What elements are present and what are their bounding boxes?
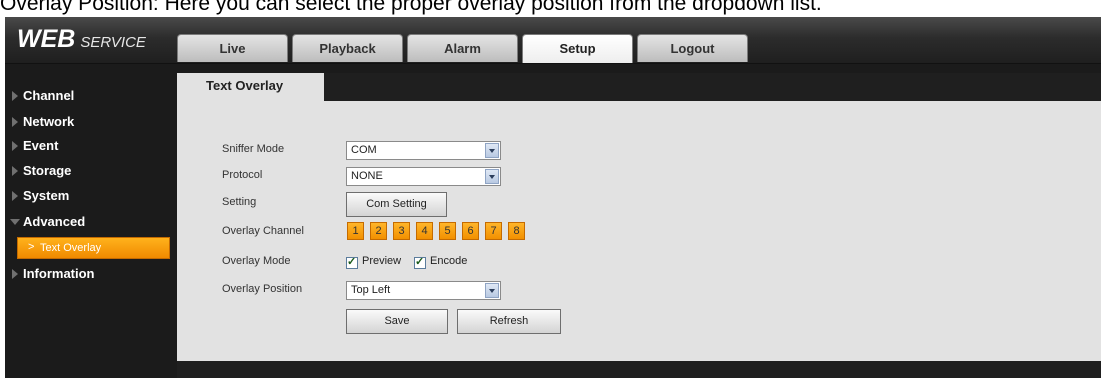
sidebar-subitem-label: Text Overlay (40, 242, 102, 254)
logo-main: WEB (17, 25, 76, 53)
preview-label: Preview (362, 255, 402, 267)
sidebar-subitem-text-overlay[interactable]: > Text Overlay (17, 237, 170, 259)
sniffer-mode-label: Sniffer Mode (222, 143, 285, 155)
caption-text: Overlay Position: Here you can select th… (0, 0, 822, 15)
sidebar-item-label: Advanced (23, 214, 86, 229)
channel-5-button[interactable]: 5 (439, 222, 456, 240)
tab-playback[interactable]: Playback (292, 34, 403, 62)
sidebar: Channel Network Event Storage System Adv… (5, 64, 175, 378)
protocol-value: NONE (351, 170, 383, 182)
expand-arrow-icon (12, 91, 18, 101)
expand-arrow-icon (12, 117, 18, 127)
dropdown-arrow-icon[interactable] (485, 283, 499, 298)
collapse-arrow-icon (10, 219, 20, 225)
sidebar-item-label: Storage (23, 163, 72, 178)
channel-4-button[interactable]: 4 (416, 222, 433, 240)
sidebar-item-advanced[interactable]: Advanced (5, 210, 175, 234)
sniffer-mode-select[interactable]: COM (346, 141, 501, 160)
overlay-position-label: Overlay Position (222, 283, 303, 295)
overlay-position-value: Top Left (351, 284, 391, 296)
content-tab-strip (324, 73, 1101, 101)
sidebar-item-event[interactable]: Event (5, 134, 175, 158)
logo-sub: SERVICE (80, 34, 146, 51)
expand-arrow-icon (12, 269, 18, 279)
setting-label: Setting (222, 196, 257, 208)
overlay-position-select[interactable]: Top Left (346, 281, 501, 300)
channel-6-button[interactable]: 6 (462, 222, 479, 240)
encode-checkbox[interactable]: ✓ (414, 256, 426, 269)
settings-panel: Sniffer Mode COM Protocol NONE Setting C… (177, 101, 1101, 361)
tab-alarm[interactable]: Alarm (407, 34, 518, 62)
sidebar-item-channel[interactable]: Channel (5, 84, 175, 108)
sidebar-item-network[interactable]: Network (5, 110, 175, 134)
logo: WEB SERVICE (17, 25, 146, 54)
channel-7-button[interactable]: 7 (485, 222, 502, 240)
content-tab-text-overlay[interactable]: Text Overlay (177, 73, 324, 101)
protocol-select[interactable]: NONE (346, 167, 501, 186)
overlay-channel-label: Overlay Channel (222, 225, 304, 237)
channel-2-button[interactable]: 2 (370, 222, 387, 240)
footer-band (177, 361, 1101, 378)
preview-checkbox[interactable]: ✓ (346, 256, 358, 269)
expand-arrow-icon (12, 141, 18, 151)
tab-setup[interactable]: Setup (522, 34, 633, 63)
web-service-app: WEB SERVICE Live Playback Alarm Setup Log… (5, 17, 1101, 378)
com-setting-button[interactable]: Com Setting (346, 192, 447, 217)
sidebar-item-label: Channel (23, 88, 75, 103)
sidebar-item-label: Network (23, 114, 75, 129)
checkmark-icon: ✓ (415, 256, 425, 268)
expand-arrow-icon (12, 166, 18, 176)
chevron-right-icon: > (28, 241, 35, 253)
sniffer-mode-value: COM (351, 144, 377, 156)
tab-live[interactable]: Live (177, 34, 288, 62)
sidebar-item-information[interactable]: Information (5, 262, 175, 286)
channel-8-button[interactable]: 8 (508, 222, 525, 240)
sidebar-item-system[interactable]: System (5, 184, 175, 208)
header-bar: WEB SERVICE Live Playback Alarm Setup Log… (5, 17, 1101, 64)
sidebar-item-label: System (23, 188, 70, 203)
protocol-label: Protocol (222, 169, 263, 181)
tab-logout[interactable]: Logout (637, 34, 748, 62)
sidebar-item-storage[interactable]: Storage (5, 159, 175, 183)
checkmark-icon: ✓ (347, 256, 357, 268)
channel-3-button[interactable]: 3 (393, 222, 410, 240)
encode-label: Encode (430, 255, 468, 267)
dropdown-arrow-icon[interactable] (485, 143, 499, 158)
sidebar-item-label: Information (23, 266, 95, 281)
sidebar-item-label: Event (23, 138, 59, 153)
channel-1-button[interactable]: 1 (347, 222, 364, 240)
save-button[interactable]: Save (346, 309, 448, 334)
expand-arrow-icon (12, 191, 18, 201)
dropdown-arrow-icon[interactable] (485, 169, 499, 184)
refresh-button[interactable]: Refresh (457, 309, 561, 334)
overlay-mode-label: Overlay Mode (222, 255, 291, 267)
